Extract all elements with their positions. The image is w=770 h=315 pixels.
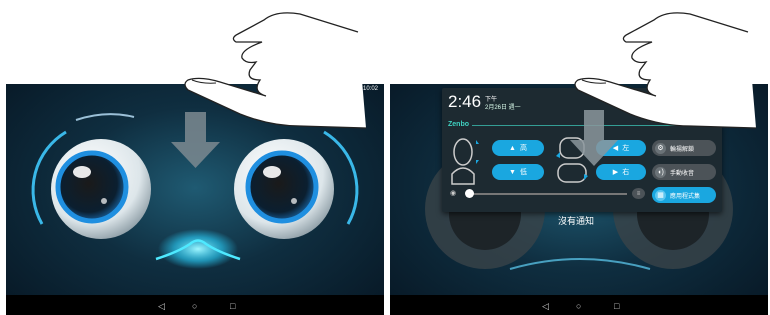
brand-label: Zenbo <box>448 121 469 128</box>
toggle-label: 應用程式集 <box>670 193 701 200</box>
head-up-button[interactable]: ▲ 高 <box>492 140 544 156</box>
triangle-down-icon: ▼ <box>509 168 516 176</box>
left-eyebrow <box>75 113 135 121</box>
recent-apps-button[interactable]: □ <box>614 301 619 311</box>
swipe-down-arrow-icon <box>171 112 220 168</box>
head-tilt-icon <box>451 138 479 185</box>
home-button[interactable]: ○ <box>576 301 581 311</box>
home-button[interactable]: ○ <box>192 301 197 311</box>
volume-slider-knob[interactable] <box>465 189 474 198</box>
left-screen: 10:02 ◁ ○ □ <box>6 84 384 315</box>
toggle-manual-listen[interactable]: ◖) 手動收音 <box>652 164 716 180</box>
nav-bar: ◁ ○ □ <box>6 295 384 315</box>
triangle-up-icon: ▲ <box>509 144 516 152</box>
recent-apps-button[interactable]: □ <box>230 301 235 311</box>
nav-bar: ◁ ○ □ <box>390 295 768 315</box>
head-down-label: 低 <box>519 169 527 176</box>
toggle-app-collection[interactable]: ▦ 應用程式集 <box>652 187 716 203</box>
head-up-label: 高 <box>519 145 527 152</box>
settings-sliders-icon[interactable]: ≡ <box>632 188 645 199</box>
gear-icon: ⚙ <box>655 142 666 154</box>
microphone-icon: ◖) <box>655 166 666 178</box>
back-button[interactable]: ◁ <box>542 301 549 311</box>
toggle-label: 輪揚解鎖 <box>670 146 695 153</box>
clock: 2:46 <box>448 92 482 111</box>
no-notifications-message: 沒有通知 <box>558 216 595 226</box>
zenbo-face <box>31 112 359 269</box>
toggle-label: 手動收音 <box>670 170 695 177</box>
right-screen: 2:46 下午 2月26日 週一 Zenbo ▲ 高 ▼ 低 ◀ 左 ▶ 右 ⚙… <box>390 84 768 315</box>
head-down-button[interactable]: ▼ 低 <box>492 164 544 180</box>
wifi-icon <box>652 94 670 104</box>
apps-grid-icon: ▦ <box>655 189 666 201</box>
right-eyebrow <box>255 113 315 121</box>
back-button[interactable]: ◁ <box>158 301 165 311</box>
triangle-right-icon: ▶ <box>612 169 619 176</box>
toggle-wheel-lock[interactable]: ⚙ 輪揚解鎖 <box>652 140 716 156</box>
date: 2月26日 週一 <box>485 105 521 111</box>
volume-icon: ◉ <box>450 190 457 197</box>
turn-left-label: 左 <box>622 145 630 152</box>
volume-slider[interactable] <box>467 193 627 195</box>
right-eye <box>234 139 334 239</box>
turn-right-label: 右 <box>622 169 630 176</box>
left-eye <box>51 139 151 239</box>
swipe-down-arrow-icon <box>570 110 618 166</box>
mouth-glow <box>158 229 238 269</box>
